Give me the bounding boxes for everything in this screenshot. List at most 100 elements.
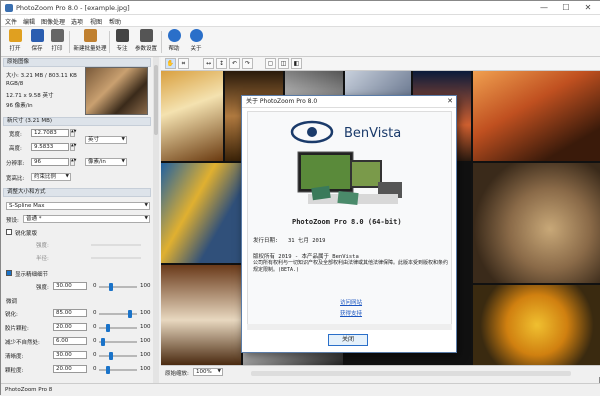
width-label: 宽度: xyxy=(9,132,22,138)
param-slider[interactable] xyxy=(99,352,137,360)
width-input[interactable]: 12.7083 xyxy=(31,129,69,137)
horizontal-scrollbar[interactable] xyxy=(251,371,571,376)
toolbar-divider xyxy=(69,31,70,53)
copyright-text: 版权所有 2019 - 本产品属于 BenVista xyxy=(253,254,359,260)
minimize-button[interactable]: — xyxy=(533,1,555,15)
sharpen-checkbox[interactable] xyxy=(6,229,12,235)
radius-label: 半径: xyxy=(36,256,49,262)
dialog-close-button[interactable]: 关闭 xyxy=(328,334,368,346)
chevron-down-icon: ▼ xyxy=(144,216,148,221)
hand-tool-icon[interactable]: ✋ xyxy=(165,58,176,69)
new-size-section-header[interactable]: 新尺寸 (3.21 MB) xyxy=(3,117,151,126)
menu-image[interactable]: 图像处理 xyxy=(41,17,65,26)
aspect-label: 宽高比: xyxy=(6,176,25,182)
resolution-input[interactable]: 96 xyxy=(31,158,69,166)
print-button[interactable]: 打印 xyxy=(46,29,68,55)
benvista-logo: BenVista xyxy=(344,126,402,141)
product-name: PhotoZoom Pro 8.0 (64-bit) xyxy=(292,218,402,226)
settings-button[interactable]: 参数设置 xyxy=(133,29,159,55)
aspect-select[interactable]: 约束比例 ▼ xyxy=(31,173,71,181)
source-section-header[interactable]: 原始图像 xyxy=(3,58,151,67)
chevron-down-icon: ▼ xyxy=(217,369,221,374)
resolution-spinner[interactable]: ▲▼ xyxy=(70,158,76,166)
resolution-label: 分辨率: xyxy=(6,161,25,167)
help-button[interactable]: 帮助 xyxy=(163,29,185,55)
app-icon xyxy=(5,4,13,12)
fine-tuning-header: 微调 xyxy=(6,299,18,305)
preset-label: 预设: xyxy=(6,218,19,224)
fine-amount-slider[interactable] xyxy=(99,283,137,291)
param-slider[interactable] xyxy=(99,366,137,374)
fine-detail-checkbox[interactable] xyxy=(6,270,12,276)
height-spinner[interactable]: ▲▼ xyxy=(70,143,76,151)
single-view-icon[interactable]: ▢ xyxy=(265,58,276,69)
slider-knob[interactable] xyxy=(105,366,110,374)
param-input[interactable]: 20.00 xyxy=(53,323,87,331)
menu-view[interactable]: 视图 xyxy=(90,17,102,26)
dialog-close-icon[interactable]: ✕ xyxy=(447,97,453,105)
dialog-title: 关于 PhotoZoom Pro 8.0 xyxy=(242,96,456,108)
fit-width-icon[interactable]: ↔ xyxy=(203,58,214,69)
source-dimensions: 12.71 x 9.58 英寸 xyxy=(6,93,54,99)
website-link[interactable]: 访问网站 xyxy=(340,298,362,306)
menu-options[interactable]: 选项 xyxy=(71,17,83,26)
param-label: 胶片颗粒: xyxy=(5,326,29,332)
resize-section-header[interactable]: 调整大小和方式 xyxy=(3,188,151,197)
slider-knob[interactable] xyxy=(101,338,106,346)
chevron-down-icon: ▼ xyxy=(121,159,125,164)
param-slider[interactable] xyxy=(99,338,137,346)
menu-help[interactable]: 帮助 xyxy=(109,17,121,26)
zoom-select[interactable]: 100% ▼ xyxy=(193,368,223,376)
compare-view-icon[interactable]: ◧ xyxy=(291,58,302,69)
param-input[interactable]: 30.00 xyxy=(53,351,87,359)
settings-icon xyxy=(139,29,153,42)
view-toolbar: ✋ ⌗ ↔ ↕ ↶ ↷ ▢ ◫ ◧ xyxy=(161,57,600,71)
rotate-left-icon[interactable]: ↶ xyxy=(229,58,240,69)
split-view-icon[interactable]: ◫ xyxy=(278,58,289,69)
unit-select[interactable]: 英寸 ▼ xyxy=(85,136,127,144)
zoom-label: 原始缩放: xyxy=(165,371,189,377)
folder-open-icon xyxy=(8,29,22,42)
fine-amount-input[interactable]: 30.00 xyxy=(53,282,87,290)
toolbar-divider xyxy=(109,31,110,53)
status-text: PhotoZoom Pro 8 xyxy=(5,387,53,393)
dialog-scrollbar[interactable] xyxy=(247,324,452,330)
preset-select[interactable]: 普通 * ▼ xyxy=(23,215,150,223)
open-button[interactable]: 打开 xyxy=(4,29,26,55)
param-input[interactable]: 20.00 xyxy=(53,365,87,373)
height-label: 高度: xyxy=(9,146,22,152)
about-button[interactable]: 关于 xyxy=(185,29,207,55)
amount-slider[interactable] xyxy=(91,244,141,246)
panel-scrollbar[interactable] xyxy=(153,57,159,383)
save-button[interactable]: 保存 xyxy=(26,29,48,55)
maximize-button[interactable]: ☐ xyxy=(555,1,577,15)
method-select[interactable]: S-Spline Max ▼ xyxy=(6,202,150,210)
crop-tool-icon[interactable]: ⌗ xyxy=(178,58,189,69)
menu-file[interactable]: 文件 xyxy=(5,17,17,26)
preview-button[interactable]: 专注 xyxy=(111,29,133,55)
param-slider[interactable] xyxy=(99,310,137,318)
menu-edit[interactable]: 编辑 xyxy=(23,17,35,26)
fine-amount-label: 强度: xyxy=(36,285,49,291)
slider-knob[interactable] xyxy=(109,283,114,291)
new-batch-button[interactable]: 新建批量处理 xyxy=(73,29,107,55)
param-slider[interactable] xyxy=(99,324,137,332)
param-label: 减少不自然处: xyxy=(5,340,40,346)
width-spinner[interactable]: ▲▼ xyxy=(70,129,76,137)
resolution-unit-select[interactable]: 像素/in ▼ xyxy=(85,158,127,166)
scrollbar-thumb[interactable] xyxy=(154,65,158,135)
param-input[interactable]: 85.00 xyxy=(53,309,87,317)
window-title: PhotoZoom Pro 8.0 - [example.jpg] xyxy=(16,4,130,12)
slider-knob[interactable] xyxy=(109,352,114,360)
rotate-right-icon[interactable]: ↷ xyxy=(242,58,253,69)
height-input[interactable]: 9.5833 xyxy=(31,143,69,151)
close-button[interactable]: ✕ xyxy=(577,1,599,15)
about-dialog: 关于 PhotoZoom Pro 8.0 ✕ BenVista PhotoZoo… xyxy=(241,95,457,353)
radius-slider[interactable] xyxy=(91,257,141,259)
fit-height-icon[interactable]: ↕ xyxy=(216,58,227,69)
support-link[interactable]: 获得支持 xyxy=(340,309,362,317)
source-size: 大小: 3.21 MB / 803.11 KB xyxy=(6,73,77,79)
param-input[interactable]: 6.00 xyxy=(53,337,87,345)
slider-knob[interactable] xyxy=(105,324,110,332)
slider-knob[interactable] xyxy=(127,310,132,318)
